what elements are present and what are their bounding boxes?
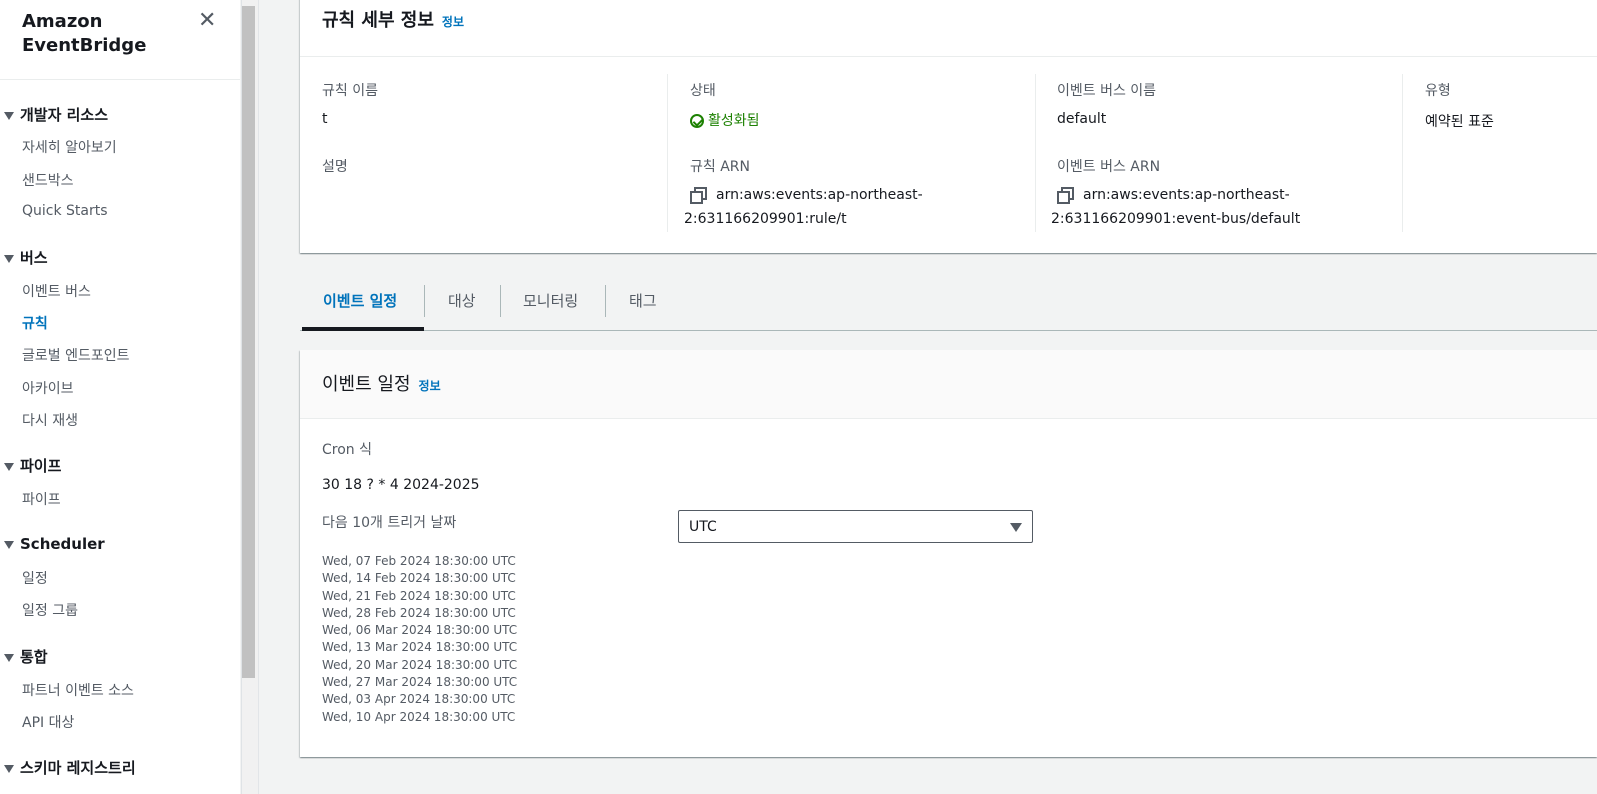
status-text: 활성화됨	[708, 113, 760, 129]
timezone-select[interactable]: UTC	[678, 510, 1033, 543]
tab-event-schedule[interactable]: 이벤트 일정	[323, 290, 397, 311]
event-schedule-title: 이벤트 일정 정보	[322, 370, 441, 396]
sidebar-item-quick-starts[interactable]: Quick Starts	[22, 203, 108, 219]
section-schema-registry[interactable]: 스키마 레지스트리	[4, 757, 136, 778]
copy-icon[interactable]	[1057, 187, 1074, 204]
panel-header	[300, 350, 1597, 418]
brand-line-1: Amazon	[22, 11, 103, 32]
caret-down-icon	[4, 764, 14, 773]
divider	[258, 0, 259, 794]
copy-icon[interactable]	[690, 187, 707, 204]
caret-down-icon	[4, 653, 14, 662]
cron-label: Cron 식	[322, 442, 372, 458]
panel-title-text: 규칙 세부 정보	[322, 10, 434, 31]
description-label: 설명	[322, 159, 348, 175]
section-label: 버스	[20, 249, 48, 267]
rule-arn-label: 규칙 ARN	[690, 159, 750, 175]
panel-title-text: 이벤트 일정	[322, 374, 411, 395]
sidebar-item-event-bus[interactable]: 이벤트 버스	[22, 281, 91, 301]
caret-down-icon	[4, 111, 14, 120]
list-item: Wed, 03 Apr 2024 18:30:00 UTC	[322, 692, 516, 707]
close-icon[interactable]: ✕	[198, 10, 220, 32]
check-circle-icon	[690, 114, 704, 128]
status-label: 상태	[690, 83, 716, 99]
sidebar-item-sandbox[interactable]: 샌드박스	[22, 170, 74, 190]
trigger-dates-list: Wed, 07 Feb 2024 18:30:00 UTC Wed, 14 Fe…	[322, 553, 517, 726]
rule-arn: arn:aws:events:ap-northeast-2:6311662099…	[684, 183, 1014, 231]
section-developer-resources[interactable]: 개발자 리소스	[4, 104, 108, 125]
event-bus-arn-label: 이벤트 버스 ARN	[1057, 159, 1161, 175]
rule-name-label: 규칙 이름	[322, 83, 378, 99]
divider	[0, 79, 240, 80]
section-label: 개발자 리소스	[20, 106, 109, 124]
event-bus-arn: arn:aws:events:ap-northeast-2:6311662099…	[1051, 183, 1381, 231]
list-item: Wed, 14 Feb 2024 18:30:00 UTC	[322, 571, 516, 586]
next-triggers-label: 다음 10개 트리거 날짜	[322, 515, 457, 531]
divider	[300, 418, 1597, 419]
info-link[interactable]: 정보	[419, 379, 441, 393]
cron-value: 30 18 ? * 4 2024-2025	[322, 477, 480, 493]
tab-tags[interactable]: 태그	[629, 290, 657, 311]
list-item: Wed, 07 Feb 2024 18:30:00 UTC	[322, 554, 516, 568]
divider	[424, 285, 425, 317]
list-item: Wed, 28 Feb 2024 18:30:00 UTC	[322, 605, 516, 620]
rule-name-value: t	[322, 111, 328, 127]
event-bus-name-value: default	[1057, 111, 1107, 127]
caret-down-icon	[4, 540, 14, 549]
tab-targets[interactable]: 대상	[448, 290, 476, 311]
info-link[interactable]: 정보	[442, 15, 464, 29]
sidebar-item-global-endpoints[interactable]: 글로벌 엔드포인트	[22, 345, 130, 365]
caret-down-icon	[4, 462, 14, 471]
sidebar-item-archive[interactable]: 아카이브	[22, 378, 74, 398]
section-label: Scheduler	[20, 535, 105, 553]
type-label: 유형	[1425, 83, 1451, 99]
rule-details-title: 규칙 세부 정보 정보	[322, 6, 464, 32]
divider	[605, 285, 606, 317]
sidebar-item-api-destinations[interactable]: API 대상	[22, 712, 74, 732]
type-value: 예약된 표준	[1425, 114, 1494, 130]
rule-arn-value: arn:aws:events:ap-northeast-2:6311662099…	[684, 187, 923, 227]
divider	[667, 74, 668, 232]
timezone-value: UTC	[689, 519, 717, 535]
sidebar-item-replay[interactable]: 다시 재생	[22, 410, 78, 430]
list-item: Wed, 20 Mar 2024 18:30:00 UTC	[322, 657, 518, 672]
sidebar-item-schedule-groups[interactable]: 일정 그룹	[22, 600, 78, 620]
list-item: Wed, 10 Apr 2024 18:30:00 UTC	[322, 709, 516, 724]
list-item: Wed, 06 Mar 2024 18:30:00 UTC	[322, 623, 518, 638]
section-pipes[interactable]: 파이프	[4, 455, 61, 476]
brand-title[interactable]: Amazon EventBridge	[22, 10, 146, 58]
brand-line-2: EventBridge	[22, 35, 147, 56]
divider	[500, 285, 501, 317]
section-scheduler[interactable]: Scheduler	[4, 535, 105, 553]
sidebar-item-partner-event-sources[interactable]: 파트너 이벤트 소스	[22, 680, 134, 700]
section-label: 통합	[20, 648, 48, 666]
section-label: 파이프	[20, 457, 62, 475]
list-item: Wed, 13 Mar 2024 18:30:00 UTC	[322, 640, 518, 655]
sidebar-item-learn-more[interactable]: 자세히 알아보기	[22, 137, 117, 157]
section-buses[interactable]: 버스	[4, 247, 48, 268]
section-label: 스키마 레지스트리	[20, 759, 136, 777]
sidebar-item-rules[interactable]: 규칙	[22, 313, 48, 333]
sidebar-scrollbar-thumb[interactable]	[242, 6, 255, 678]
tabs-baseline	[300, 330, 1597, 331]
tab-monitoring[interactable]: 모니터링	[523, 290, 578, 311]
sidebar: Amazon EventBridge ✕ 개발자 리소스 자세히 알아보기 샌드…	[0, 0, 240, 794]
caret-down-icon	[4, 254, 14, 263]
list-item: Wed, 27 Mar 2024 18:30:00 UTC	[322, 675, 518, 690]
sidebar-item-pipes[interactable]: 파이프	[22, 489, 61, 509]
rule-details-panel: 규칙 세부 정보 정보 규칙 이름 t 설명 상태 활성화됨 규칙 ARN arn…	[300, 0, 1597, 253]
divider	[1035, 74, 1036, 232]
divider	[300, 56, 1597, 57]
status-badge: 활성화됨	[690, 110, 760, 130]
caret-down-icon	[1010, 523, 1022, 532]
event-bus-arn-value: arn:aws:events:ap-northeast-2:6311662099…	[1051, 187, 1301, 227]
sidebar-item-schedules[interactable]: 일정	[22, 568, 48, 588]
section-integration[interactable]: 통합	[4, 646, 48, 667]
list-item: Wed, 21 Feb 2024 18:30:00 UTC	[322, 588, 516, 603]
active-tab-indicator	[302, 327, 424, 331]
event-bus-name-label: 이벤트 버스 이름	[1057, 83, 1157, 99]
divider	[1402, 74, 1403, 232]
